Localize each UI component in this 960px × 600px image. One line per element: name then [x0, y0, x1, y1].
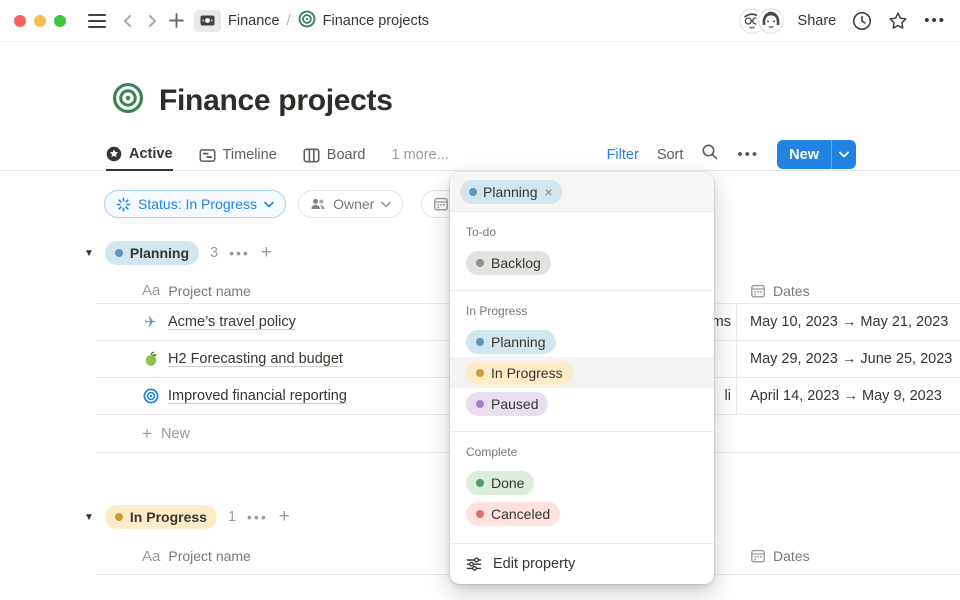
- section-label: To-do: [466, 225, 698, 239]
- plus-icon: +: [142, 424, 152, 444]
- tab-timeline[interactable]: Timeline: [199, 139, 277, 171]
- filter-chip-bar: Status: In Progress Owner: [104, 190, 403, 218]
- dropdown-section-in-progress: In Progress Planning In Progress Paused: [450, 290, 714, 431]
- group-status-pill[interactable]: Planning: [105, 241, 199, 265]
- dates-cell[interactable]: April 14, 2023 → May 9, 2023: [737, 378, 960, 414]
- notion-window: Finance / Finance projects Share ••• Fin…: [0, 0, 960, 600]
- status-filter-chip[interactable]: Status: In Progress: [104, 190, 286, 218]
- window-zoom-button[interactable]: [54, 15, 66, 27]
- column-header-dates[interactable]: Dates: [737, 278, 960, 303]
- new-button[interactable]: New: [777, 140, 856, 169]
- group-count: 1: [228, 509, 236, 525]
- section-label: In Progress: [466, 304, 698, 318]
- group-status-pill[interactable]: In Progress: [105, 505, 217, 529]
- edit-property-button[interactable]: Edit property: [450, 543, 714, 584]
- more-options-icon[interactable]: •••: [924, 12, 946, 29]
- window-minimize-button[interactable]: [34, 15, 46, 27]
- group-add-icon[interactable]: +: [279, 506, 290, 528]
- group-header-planning: ▼ Planning 3 ••• +: [84, 241, 272, 265]
- clock-icon[interactable]: [852, 11, 872, 31]
- collapse-triangle-icon[interactable]: ▼: [84, 512, 94, 523]
- selected-tag-planning[interactable]: Planning ×: [460, 180, 562, 204]
- blue-target-icon: [142, 388, 159, 404]
- view-tabbar: Active Timeline Board 1 more... Filter S…: [0, 139, 960, 171]
- page-header: Finance projects: [112, 82, 393, 119]
- search-icon[interactable]: [701, 143, 719, 166]
- breadcrumb: Finance / Finance projects: [194, 10, 429, 32]
- group-add-icon[interactable]: +: [261, 242, 272, 264]
- avatar[interactable]: [758, 8, 784, 34]
- status-filter-dropdown: Planning × To-do Backlog In Progress Pla…: [450, 172, 714, 584]
- favorite-star-icon[interactable]: [888, 11, 908, 31]
- group-options-icon[interactable]: •••: [247, 509, 268, 525]
- dropdown-section-complete: Complete Done Canceled: [450, 431, 714, 541]
- collaborator-avatars[interactable]: [739, 8, 784, 34]
- option-planning[interactable]: Planning: [450, 326, 714, 357]
- collapse-triangle-icon[interactable]: ▼: [84, 248, 94, 259]
- timeline-icon: [199, 147, 216, 164]
- share-button[interactable]: Share: [798, 13, 837, 29]
- page-target-icon[interactable]: [112, 82, 144, 119]
- titlebar: Finance / Finance projects Share •••: [0, 0, 960, 42]
- banknote-icon[interactable]: [194, 10, 221, 32]
- new-page-plus-icon[interactable]: [164, 8, 188, 34]
- view-options-icon[interactable]: •••: [737, 146, 759, 163]
- option-canceled[interactable]: Canceled: [450, 498, 714, 529]
- dates-cell[interactable]: May 29, 2023 → June 25, 2023: [737, 341, 960, 377]
- back-icon[interactable]: [116, 8, 140, 34]
- airplane-icon: ✈: [142, 313, 159, 331]
- column-header-dates[interactable]: Dates: [737, 538, 960, 574]
- board-icon: [303, 147, 320, 164]
- breadcrumb-current[interactable]: Finance projects: [323, 13, 429, 29]
- option-backlog[interactable]: Backlog: [450, 247, 714, 278]
- tab-more-views[interactable]: 1 more...: [392, 139, 449, 171]
- dropdown-section-todo: To-do Backlog: [450, 212, 714, 290]
- forward-icon[interactable]: [140, 8, 164, 34]
- sort-button[interactable]: Sort: [657, 147, 684, 163]
- window-close-button[interactable]: [14, 15, 26, 27]
- tab-board[interactable]: Board: [303, 139, 366, 171]
- option-paused[interactable]: Paused: [450, 388, 714, 419]
- text-type-icon: Aa: [142, 282, 160, 299]
- new-dropdown-chevron-icon[interactable]: [832, 140, 856, 169]
- calendar-icon: [750, 283, 766, 299]
- sidebar-menu-icon[interactable]: [88, 14, 106, 28]
- calendar-icon: [433, 196, 449, 212]
- sliders-icon: [466, 556, 482, 572]
- page-title[interactable]: Finance projects: [159, 84, 393, 118]
- option-in-progress[interactable]: In Progress: [450, 357, 714, 388]
- owner-filter-chip[interactable]: Owner: [298, 190, 403, 218]
- star-circle-icon: [106, 146, 122, 162]
- tab-active[interactable]: Active: [106, 139, 173, 171]
- chevron-down-icon: [381, 201, 391, 208]
- section-label: Complete: [466, 445, 698, 459]
- group-count: 3: [210, 245, 218, 261]
- group-options-icon[interactable]: •••: [229, 245, 250, 261]
- breadcrumb-parent[interactable]: Finance: [228, 13, 280, 29]
- green-apple-icon: [142, 351, 159, 367]
- status-burst-icon: [116, 197, 131, 212]
- text-type-icon: Aa: [142, 548, 160, 565]
- breadcrumb-separator: /: [287, 13, 291, 29]
- chevron-down-icon: [264, 201, 274, 208]
- selected-tags-input[interactable]: Planning ×: [450, 172, 714, 212]
- group-header-in-progress: ▼ In Progress 1 ••• +: [84, 505, 290, 529]
- target-icon: [298, 10, 316, 32]
- remove-tag-icon[interactable]: ×: [545, 184, 553, 200]
- filter-button[interactable]: Filter: [607, 147, 639, 163]
- people-icon: [310, 196, 326, 212]
- option-done[interactable]: Done: [450, 467, 714, 498]
- dates-cell[interactable]: May 10, 2023 → May 21, 2023: [737, 304, 960, 340]
- calendar-icon: [750, 548, 766, 564]
